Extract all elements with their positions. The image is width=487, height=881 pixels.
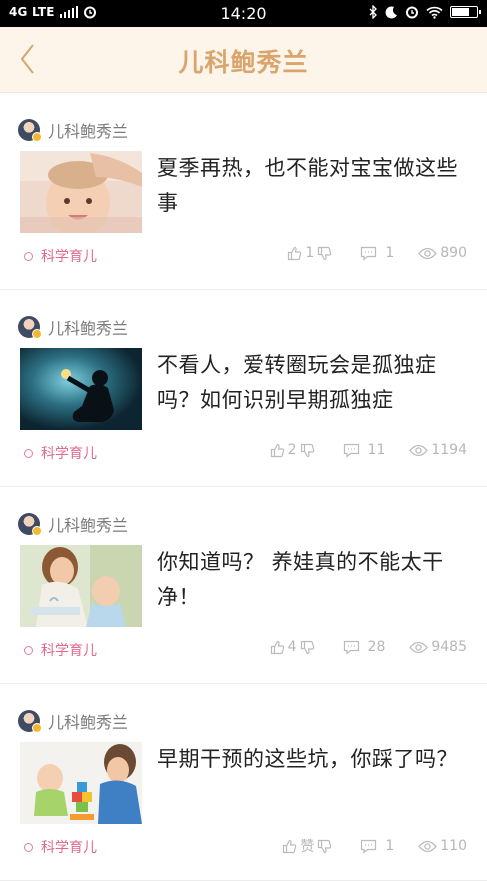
like-stat[interactable]: 1 bbox=[287, 245, 332, 261]
category-tag[interactable]: 科学育儿 bbox=[24, 246, 97, 266]
page-title: 儿科鲍秀兰 bbox=[178, 48, 309, 77]
eye-icon bbox=[409, 444, 429, 456]
avatar bbox=[18, 119, 42, 142]
article-author[interactable]: 儿科鲍秀兰 bbox=[18, 118, 128, 142]
view-stat: 1194 bbox=[409, 442, 467, 458]
eye-icon bbox=[418, 247, 438, 259]
status-bar: 4G LTE 14:20 bbox=[0, 0, 487, 27]
article-card[interactable]: 儿科鲍秀兰 你知道吗？ 养娃真的不能太干净！ 科学育儿 4 28 9485 bbox=[0, 487, 487, 684]
tag-circle-icon bbox=[24, 842, 33, 852]
comment-stat[interactable]: 1 bbox=[360, 838, 394, 854]
tag-label: 科学育儿 bbox=[41, 249, 97, 265]
view-count: 110 bbox=[440, 838, 467, 854]
author-name: 儿科鲍秀兰 bbox=[48, 713, 129, 732]
comment-stat[interactable]: 1 bbox=[360, 245, 394, 261]
child-silhouette-photo-thumbnail[interactable] bbox=[20, 348, 142, 430]
eye-icon bbox=[418, 840, 438, 852]
comment-icon bbox=[343, 443, 359, 458]
article-stats: 1 1 890 bbox=[287, 245, 467, 261]
baby-blocks-photo-thumbnail[interactable] bbox=[20, 742, 142, 824]
thumbs-up-icon bbox=[283, 839, 297, 853]
article-stats: 4 28 9485 bbox=[270, 639, 467, 655]
avatar bbox=[18, 513, 42, 536]
battery-icon bbox=[450, 6, 481, 18]
article-title[interactable]: 不看人，爱转圈玩会是孤独症吗？如何识别早期孤独症 bbox=[157, 348, 469, 418]
article-stats: 2 11 1194 bbox=[270, 442, 467, 458]
baby-head-photo-thumbnail[interactable] bbox=[20, 151, 142, 233]
like-count: 4 bbox=[287, 639, 297, 655]
wifi-icon bbox=[426, 6, 443, 19]
mother-baby-washing-photo-thumbnail[interactable] bbox=[20, 545, 142, 627]
thumbs-up-icon bbox=[270, 443, 284, 457]
comment-icon bbox=[361, 246, 377, 261]
view-stat: 890 bbox=[418, 245, 467, 261]
category-tag[interactable]: 科学育儿 bbox=[24, 640, 97, 660]
author-name: 儿科鲍秀兰 bbox=[48, 319, 129, 338]
thumbs-down-icon[interactable] bbox=[300, 443, 315, 458]
article-card[interactable]: 儿科鲍秀兰 早期干预的这些坑，你踩了吗？ 科学育儿 赞 1 110 bbox=[0, 684, 487, 881]
comment-stat[interactable]: 28 bbox=[343, 639, 386, 655]
thumbs-down-icon[interactable] bbox=[300, 640, 315, 655]
like-stat[interactable]: 2 bbox=[270, 442, 315, 458]
tag-circle-icon bbox=[24, 251, 33, 261]
article-author[interactable]: 儿科鲍秀兰 bbox=[18, 709, 128, 733]
thumbs-down-icon[interactable] bbox=[317, 839, 332, 854]
moon-icon bbox=[385, 5, 397, 18]
comment-stat[interactable]: 11 bbox=[343, 442, 386, 458]
article-card[interactable]: 儿科鲍秀兰 不看人，爱转圈玩会是孤独症吗？如何识别早期孤独症 科学育儿 2 11… bbox=[0, 290, 487, 487]
verified-badge-icon bbox=[32, 526, 42, 536]
comment-count: 28 bbox=[367, 639, 386, 655]
tag-label: 科学育儿 bbox=[41, 840, 97, 856]
like-count: 赞 bbox=[300, 839, 315, 855]
like-stat[interactable]: 4 bbox=[270, 639, 315, 655]
verified-badge-icon bbox=[32, 329, 42, 339]
category-tag[interactable]: 科学育儿 bbox=[24, 837, 97, 857]
comment-count: 1 bbox=[385, 838, 395, 854]
article-stats: 赞 1 110 bbox=[282, 836, 467, 856]
article-title[interactable]: 你知道吗？ 养娃真的不能太干净！ bbox=[157, 545, 469, 615]
verified-badge-icon bbox=[32, 723, 42, 733]
tag-circle-icon bbox=[24, 645, 33, 655]
article-title[interactable]: 夏季再热，也不能对宝宝做这些事 bbox=[157, 151, 469, 221]
avatar bbox=[18, 316, 42, 339]
comment-count: 11 bbox=[367, 442, 386, 458]
comment-count: 1 bbox=[385, 245, 395, 261]
article-card[interactable]: 儿科鲍秀兰 夏季再热，也不能对宝宝做这些事 科学育儿 1 1 890 bbox=[0, 93, 487, 290]
thumbs-up-icon bbox=[288, 246, 302, 260]
view-count: 1194 bbox=[431, 442, 467, 458]
article-author[interactable]: 儿科鲍秀兰 bbox=[18, 315, 128, 339]
bluetooth-icon bbox=[369, 5, 377, 19]
thumbs-up-icon bbox=[270, 640, 284, 654]
comment-icon bbox=[343, 640, 359, 655]
alarm-icon bbox=[406, 6, 418, 19]
verified-badge-icon bbox=[32, 132, 42, 142]
view-count: 9485 bbox=[431, 639, 467, 655]
article-title[interactable]: 早期干预的这些坑，你踩了吗？ bbox=[157, 742, 469, 777]
view-stat: 9485 bbox=[409, 639, 467, 655]
view-count: 890 bbox=[440, 245, 467, 261]
navigation-bar: 儿科鲍秀兰 bbox=[0, 27, 487, 93]
tag-label: 科学育儿 bbox=[41, 446, 97, 462]
category-tag[interactable]: 科学育儿 bbox=[24, 443, 97, 463]
like-count: 2 bbox=[287, 442, 297, 458]
view-stat: 110 bbox=[418, 838, 467, 854]
tag-label: 科学育儿 bbox=[41, 643, 97, 659]
author-name: 儿科鲍秀兰 bbox=[48, 516, 129, 535]
avatar bbox=[18, 710, 42, 733]
article-feed: 儿科鲍秀兰 夏季再热，也不能对宝宝做这些事 科学育儿 1 1 890 儿科鲍秀兰… bbox=[0, 93, 487, 881]
tag-circle-icon bbox=[24, 448, 33, 458]
comment-icon bbox=[361, 839, 377, 854]
eye-icon bbox=[409, 641, 429, 653]
article-author[interactable]: 儿科鲍秀兰 bbox=[18, 512, 128, 536]
thumbs-down-icon[interactable] bbox=[317, 246, 332, 261]
like-stat[interactable]: 赞 bbox=[282, 836, 332, 856]
author-name: 儿科鲍秀兰 bbox=[48, 122, 129, 141]
like-count: 1 bbox=[305, 245, 315, 261]
